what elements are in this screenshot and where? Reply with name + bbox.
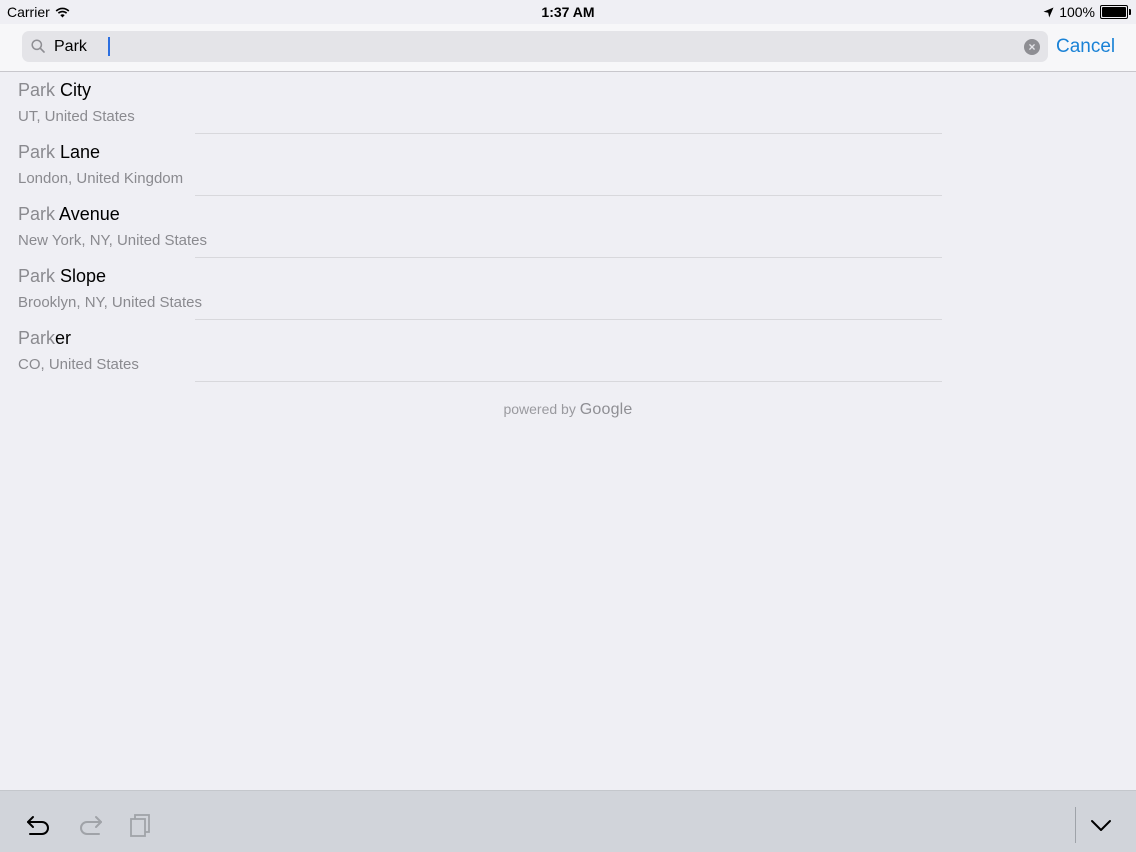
- result-subtitle: UT, United States: [18, 108, 135, 125]
- battery-icon: [1100, 5, 1131, 19]
- search-icon: [31, 39, 45, 53]
- cancel-button[interactable]: Cancel: [1056, 36, 1115, 58]
- list-item[interactable]: Park Avenue New York, NY, United States: [0, 196, 1136, 258]
- result-title-match: Park: [18, 142, 56, 162]
- result-title-match: Park: [18, 204, 56, 224]
- result-title: Park Slope: [18, 266, 106, 287]
- powered-by-label: powered by: [503, 401, 576, 417]
- result-subtitle: Brooklyn, NY, United States: [18, 294, 202, 311]
- result-title-match: Park: [18, 328, 56, 348]
- result-title: Park City: [18, 80, 91, 101]
- result-title: Parker: [18, 328, 71, 349]
- list-item[interactable]: Park Lane London, United Kingdom: [0, 134, 1136, 196]
- search-header: × Cancel: [0, 24, 1136, 72]
- search-input[interactable]: [54, 31, 1014, 62]
- result-title-match: Park: [18, 80, 56, 100]
- result-title-rest: Slope: [55, 266, 107, 286]
- dismiss-keyboard-icon[interactable]: [1087, 811, 1115, 839]
- result-title-rest: City: [55, 80, 92, 100]
- divider: [195, 381, 942, 382]
- status-right: 100%: [1043, 4, 1131, 20]
- result-title-rest: Avenue: [55, 204, 120, 224]
- undo-icon[interactable]: [25, 811, 53, 839]
- attribution: powered by Google: [0, 401, 1136, 419]
- battery-percent: 100%: [1059, 4, 1095, 20]
- search-field[interactable]: ×: [22, 31, 1048, 62]
- google-logo: Google: [579, 401, 633, 418]
- result-title-rest: er: [55, 328, 72, 348]
- battery-level-fill: [1102, 7, 1126, 17]
- redo-icon[interactable]: [76, 811, 104, 839]
- result-title: Park Lane: [18, 142, 100, 163]
- result-title-rest: Lane: [55, 142, 101, 162]
- location-arrow-icon: [1043, 7, 1054, 17]
- toolbar-divider: [1075, 807, 1076, 843]
- status-bar: Carrier 1:37 AM 100%: [0, 0, 1136, 24]
- list-item[interactable]: Park Slope Brooklyn, NY, United States: [0, 258, 1136, 320]
- list-item[interactable]: Park City UT, United States: [0, 72, 1136, 134]
- result-title-match: Park: [18, 266, 56, 286]
- results-list: Park City UT, United States Park Lane Lo…: [0, 72, 1136, 382]
- clear-icon[interactable]: ×: [1024, 39, 1040, 55]
- text-cursor: [108, 37, 110, 56]
- result-title: Park Avenue: [18, 204, 120, 225]
- result-subtitle: London, United Kingdom: [18, 170, 184, 187]
- status-time: 1:37 AM: [541, 4, 595, 20]
- result-subtitle: CO, United States: [18, 356, 139, 373]
- screen: Carrier 1:37 AM 100% Park × Cancel Park …: [0, 0, 1136, 852]
- result-subtitle: New York, NY, United States: [18, 232, 207, 249]
- paste-icon[interactable]: [127, 811, 155, 839]
- keyboard-toolbar: [0, 790, 1136, 852]
- list-item[interactable]: Parker CO, United States: [0, 320, 1136, 382]
